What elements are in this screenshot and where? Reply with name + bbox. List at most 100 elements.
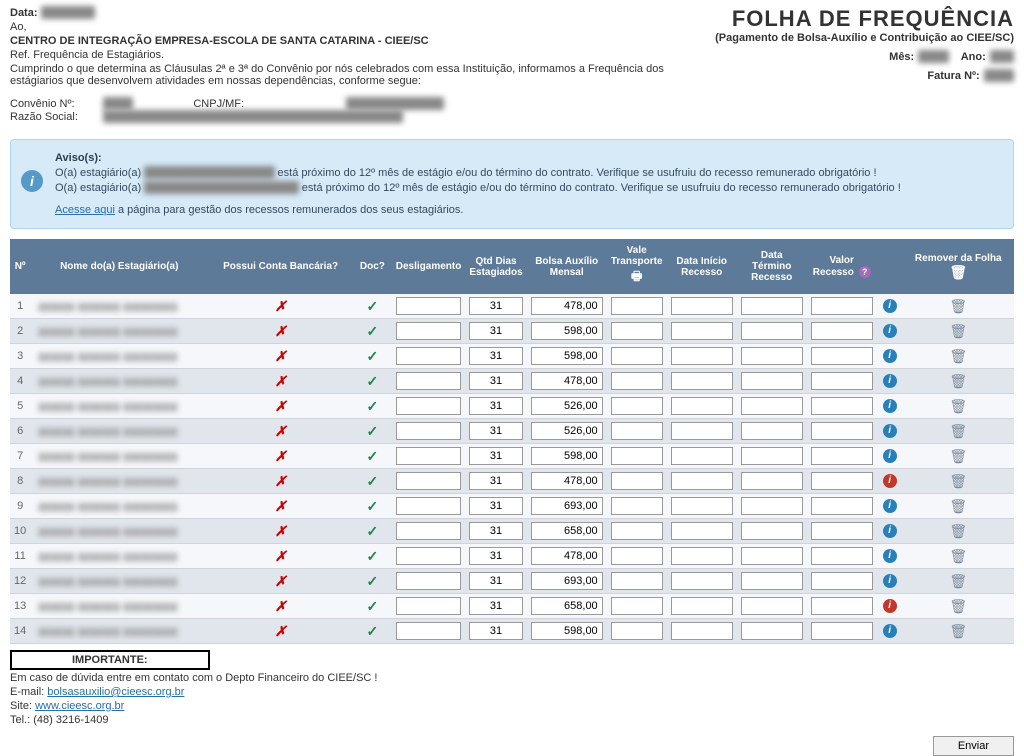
- dias-input[interactable]: [469, 422, 522, 440]
- vt-input[interactable]: [611, 297, 663, 315]
- trash-icon[interactable]: 🗑: [949, 473, 967, 489]
- info-icon[interactable]: i: [883, 374, 897, 388]
- trash-icon[interactable]: 🗑: [949, 373, 967, 389]
- dias-input[interactable]: [469, 447, 522, 465]
- data-termino-input[interactable]: [741, 597, 803, 615]
- valor-recesso-input[interactable]: [811, 547, 873, 565]
- valor-recesso-input[interactable]: [811, 347, 873, 365]
- data-inicio-input[interactable]: [671, 472, 733, 490]
- desligamento-input[interactable]: [396, 297, 462, 315]
- vt-input[interactable]: [611, 372, 663, 390]
- dias-input[interactable]: [469, 297, 522, 315]
- data-inicio-input[interactable]: [671, 422, 733, 440]
- valor-recesso-input[interactable]: [811, 447, 873, 465]
- dias-input[interactable]: [469, 597, 522, 615]
- trash-icon[interactable]: 🗑: [949, 598, 967, 614]
- trash-icon[interactable]: 🗑: [949, 573, 967, 589]
- vt-input[interactable]: [611, 447, 663, 465]
- info-icon[interactable]: i: [883, 599, 897, 613]
- dias-input[interactable]: [469, 472, 522, 490]
- trash-icon[interactable]: 🗑: [949, 548, 967, 564]
- valor-recesso-input[interactable]: [811, 622, 873, 640]
- data-termino-input[interactable]: [741, 322, 803, 340]
- dias-input[interactable]: [469, 372, 522, 390]
- valor-recesso-input[interactable]: [811, 422, 873, 440]
- desligamento-input[interactable]: [396, 597, 462, 615]
- info-icon[interactable]: i: [883, 399, 897, 413]
- desligamento-input[interactable]: [396, 397, 462, 415]
- desligamento-input[interactable]: [396, 372, 462, 390]
- desligamento-input[interactable]: [396, 322, 462, 340]
- valor-recesso-input[interactable]: [811, 522, 873, 540]
- info-icon[interactable]: i: [883, 499, 897, 513]
- desligamento-input[interactable]: [396, 347, 462, 365]
- dias-input[interactable]: [469, 547, 522, 565]
- data-termino-input[interactable]: [741, 372, 803, 390]
- vt-input[interactable]: [611, 497, 663, 515]
- vt-input[interactable]: [611, 597, 663, 615]
- info-icon[interactable]: i: [883, 474, 897, 488]
- data-inicio-input[interactable]: [671, 522, 733, 540]
- trash-icon[interactable]: 🗑: [949, 423, 967, 439]
- valor-recesso-input[interactable]: [811, 597, 873, 615]
- data-termino-input[interactable]: [741, 397, 803, 415]
- trash-icon[interactable]: 🗑: [949, 398, 967, 414]
- vt-input[interactable]: [611, 522, 663, 540]
- data-inicio-input[interactable]: [671, 572, 733, 590]
- vt-input[interactable]: [611, 397, 663, 415]
- bolsa-input[interactable]: [531, 522, 603, 540]
- dias-input[interactable]: [469, 622, 522, 640]
- data-inicio-input[interactable]: [671, 447, 733, 465]
- trash-icon[interactable]: 🗑: [949, 348, 967, 364]
- bolsa-input[interactable]: [531, 547, 603, 565]
- trash-icon[interactable]: 🗑: [949, 623, 967, 639]
- info-icon[interactable]: i: [883, 549, 897, 563]
- data-inicio-input[interactable]: [671, 397, 733, 415]
- desligamento-input[interactable]: [396, 522, 462, 540]
- trash-icon[interactable]: 🗑: [949, 298, 967, 314]
- vt-input[interactable]: [611, 547, 663, 565]
- info-icon[interactable]: i: [883, 449, 897, 463]
- vt-input[interactable]: [611, 472, 663, 490]
- trash-icon[interactable]: 🗑: [949, 523, 967, 539]
- desligamento-input[interactable]: [396, 547, 462, 565]
- info-icon[interactable]: i: [883, 574, 897, 588]
- bolsa-input[interactable]: [531, 572, 603, 590]
- valor-recesso-input[interactable]: [811, 397, 873, 415]
- bolsa-input[interactable]: [531, 422, 603, 440]
- dias-input[interactable]: [469, 572, 522, 590]
- info-icon[interactable]: i: [883, 524, 897, 538]
- data-termino-input[interactable]: [741, 497, 803, 515]
- info-icon[interactable]: i: [883, 624, 897, 638]
- valor-recesso-input[interactable]: [811, 472, 873, 490]
- bolsa-input[interactable]: [531, 447, 603, 465]
- dias-input[interactable]: [469, 397, 522, 415]
- vt-input[interactable]: [611, 622, 663, 640]
- data-termino-input[interactable]: [741, 572, 803, 590]
- bolsa-input[interactable]: [531, 297, 603, 315]
- desligamento-input[interactable]: [396, 422, 462, 440]
- data-termino-input[interactable]: [741, 422, 803, 440]
- dias-input[interactable]: [469, 347, 522, 365]
- bolsa-input[interactable]: [531, 322, 603, 340]
- desligamento-input[interactable]: [396, 497, 462, 515]
- dias-input[interactable]: [469, 497, 522, 515]
- data-inicio-input[interactable]: [671, 372, 733, 390]
- data-inicio-input[interactable]: [671, 622, 733, 640]
- desligamento-input[interactable]: [396, 472, 462, 490]
- vt-input[interactable]: [611, 322, 663, 340]
- data-inicio-input[interactable]: [671, 597, 733, 615]
- desligamento-input[interactable]: [396, 572, 462, 590]
- data-termino-input[interactable]: [741, 472, 803, 490]
- trash-icon[interactable]: 🗑: [949, 448, 967, 464]
- trash-icon[interactable]: 🗑: [949, 323, 967, 339]
- dias-input[interactable]: [469, 322, 522, 340]
- data-inicio-input[interactable]: [671, 297, 733, 315]
- valor-recesso-input[interactable]: [811, 297, 873, 315]
- data-termino-input[interactable]: [741, 297, 803, 315]
- trash-icon[interactable]: 🗑: [949, 498, 967, 514]
- data-termino-input[interactable]: [741, 347, 803, 365]
- desligamento-input[interactable]: [396, 447, 462, 465]
- info-icon[interactable]: i: [883, 424, 897, 438]
- valor-recesso-input[interactable]: [811, 322, 873, 340]
